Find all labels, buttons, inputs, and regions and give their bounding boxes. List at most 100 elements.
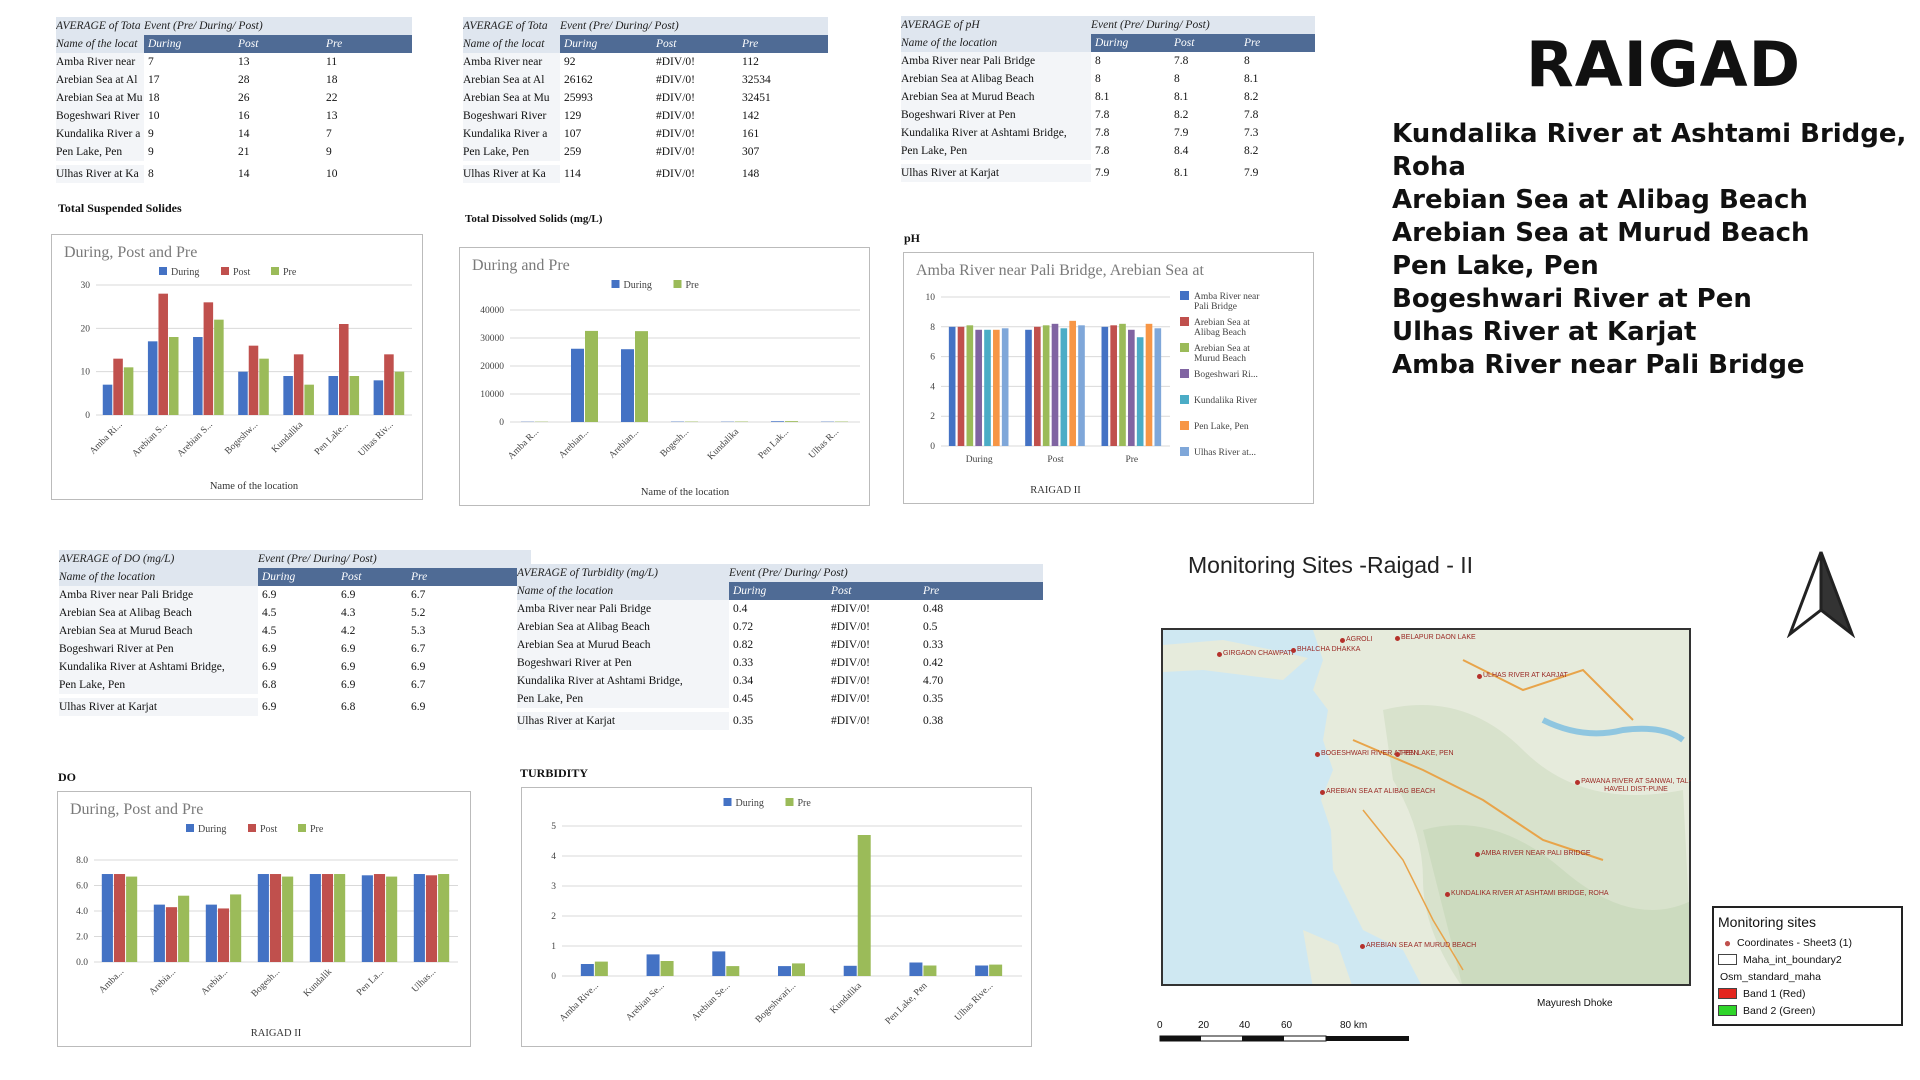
table-cell: 32534 <box>738 71 828 89</box>
table-event-header: Event (Pre/ During/ Post) <box>144 20 263 32</box>
table-cell: Kundalika River at Ashtami Bridge, <box>901 124 1091 142</box>
y-tick-label: 8 <box>930 323 935 333</box>
table-cell: 16 <box>234 107 322 125</box>
table-cell: Arebian Sea at Al <box>56 71 144 89</box>
legend-swatch <box>1180 421 1189 430</box>
legend-swatch <box>159 267 167 275</box>
table-cell: 10 <box>322 165 412 183</box>
bar <box>646 954 660 976</box>
map-site-marker <box>1475 852 1480 857</box>
table-row: Pen Lake, Pen 6.8 6.9 6.7 <box>59 676 531 694</box>
x-tick-label: Pen Lake... <box>313 420 350 457</box>
table-cell: Arebian Sea at Alibag Beach <box>59 604 258 622</box>
table-cell: 5.2 <box>407 604 531 622</box>
legend-label: Pre <box>283 267 297 278</box>
map-site-label: ULHAS RIVER AT KARJAT <box>1483 672 1568 679</box>
map-site-marker <box>1445 892 1450 897</box>
bar <box>785 421 798 422</box>
bar <box>269 874 282 962</box>
table-cell: 18 <box>144 89 234 107</box>
map-site-label: AREBIAN SEA AT ALIBAG BEACH <box>1326 788 1436 795</box>
y-tick-label: 20 <box>81 324 91 334</box>
table-tss: AVERAGE of Tota Event (Pre/ During/ Post)… <box>56 17 412 183</box>
map-legend: Monitoring sites ● Coordinates - Sheet3 (… <box>1712 906 1903 1026</box>
table-cell: 6.9 <box>337 586 407 604</box>
legend-item-band-green: Band 2 (Green) <box>1718 1002 1897 1019</box>
bar <box>193 337 203 415</box>
table-row: Amba River near Pali Bridge 8 7.8 8 <box>901 52 1315 70</box>
x-tick-label: Arebian Se... <box>690 981 732 1023</box>
table-cell: 92 <box>560 53 652 71</box>
table-cell: 22 <box>322 89 412 107</box>
table-cell: 13 <box>234 53 322 71</box>
legend-item-osm: Osm_standard_maha <box>1720 970 1821 983</box>
table-cell: 4.3 <box>337 604 407 622</box>
x-tick-label: Kundalika <box>829 981 865 1017</box>
y-tick-label: 5 <box>551 822 556 832</box>
x-tick-label: Ulhas... <box>410 967 438 995</box>
table-cell: 0.33 <box>919 636 1043 654</box>
table-header-row: AVERAGE of pH Event (Pre/ During/ Post) <box>901 16 1315 34</box>
table-column-header: Post <box>656 38 677 50</box>
x-tick-label: Kundalik <box>302 967 334 999</box>
table-cell: Kundalika River at Ashtami Bridge, <box>517 672 729 690</box>
scale-label: 40 <box>1239 1020 1251 1031</box>
table-cell: Arebian Sea at Murud Beach <box>901 88 1091 106</box>
bar <box>168 337 179 415</box>
table-cell: 18 <box>322 71 412 89</box>
table-cell: #DIV/0! <box>827 690 919 708</box>
table-row: Kundalika River at Ashtami Bridge, 7.8 7.9… <box>901 124 1315 142</box>
x-tick-label: Arebian... <box>607 427 641 461</box>
table-cell: 32451 <box>738 89 828 107</box>
table-cell: 0.82 <box>729 636 827 654</box>
table-location-header: Name of the locat <box>56 35 144 53</box>
table-column-header: Pre <box>742 38 759 50</box>
table-cell: #DIV/0! <box>827 672 919 690</box>
chart-svg: During, Post and Pre During Post Pre 0 10 20 30… <box>64 244 412 492</box>
table-cell: Arebian Sea at Mu <box>56 89 144 107</box>
bar <box>328 376 339 415</box>
y-tick-label: 40000 <box>480 306 504 316</box>
table-cell: Amba River near <box>463 53 560 71</box>
table-row: Arebian Sea at Alibag Beach 4.5 4.3 5.2 <box>59 604 531 622</box>
table-cell: #DIV/0! <box>652 53 738 71</box>
table-column-header: During <box>148 38 182 50</box>
bar <box>257 874 269 962</box>
bar <box>712 951 726 976</box>
x-tick-label: Arebian S... <box>176 420 215 459</box>
table-cell: 7.8 <box>1240 106 1315 124</box>
map-site-label: AMBA RIVER NEAR PALI BRIDGE <box>1481 850 1591 857</box>
y-tick-label: 10 <box>81 368 91 378</box>
table-cell: 0.35 <box>729 712 827 730</box>
legend-label: During <box>624 280 652 291</box>
bar <box>101 874 113 962</box>
map-site-label: KUNDALIKA RIVER AT ASHTAMI BRIDGE, ROHA <box>1451 890 1609 897</box>
x-tick-label: Pre <box>1125 455 1138 465</box>
bar <box>349 376 360 415</box>
table-row: Arebian Sea at Murud Beach 0.82 #DIV/0! 0.3… <box>517 636 1043 654</box>
scale-label: 60 <box>1281 1020 1293 1031</box>
map-site-marker <box>1395 752 1400 757</box>
table-cell: 107 <box>560 125 652 143</box>
table-row: Ulhas River at Karjat 0.35 #DIV/0! 0.38 <box>517 712 1043 730</box>
bar <box>948 326 956 446</box>
table-cell: 8.1 <box>1170 164 1240 182</box>
table-column-header: During <box>1095 37 1129 49</box>
bar <box>113 874 126 962</box>
table-cell: 114 <box>560 165 652 183</box>
table-cell: Pen Lake, Pen <box>59 676 258 694</box>
chart-svg: During and Pre During Pre 0 10000 20000 30000 4… <box>472 257 860 498</box>
table-cell: 7.8 <box>1091 142 1170 160</box>
chart-title: During and Pre <box>472 257 570 274</box>
bar <box>993 329 1000 446</box>
table-row: Kundalika River at Ashtami Bridge, 6.9 6.9… <box>59 658 531 676</box>
map-site-label: BELAPUR DAON LAKE <box>1401 634 1476 641</box>
table-cell: 4.5 <box>258 622 337 640</box>
table-cell: 13 <box>322 107 412 125</box>
table-location-header: Name of the location <box>517 582 729 600</box>
site-item: Roha <box>1392 152 1466 182</box>
bar <box>571 348 584 422</box>
y-tick-label: 4.0 <box>76 907 88 917</box>
map-labels: AGROLI BELAPUR DAON LAKE GIRGAON CHAWPATI B… <box>1161 628 1691 986</box>
table-row: Ulhas River at Karjat 7.9 8.1 7.9 <box>901 164 1315 182</box>
